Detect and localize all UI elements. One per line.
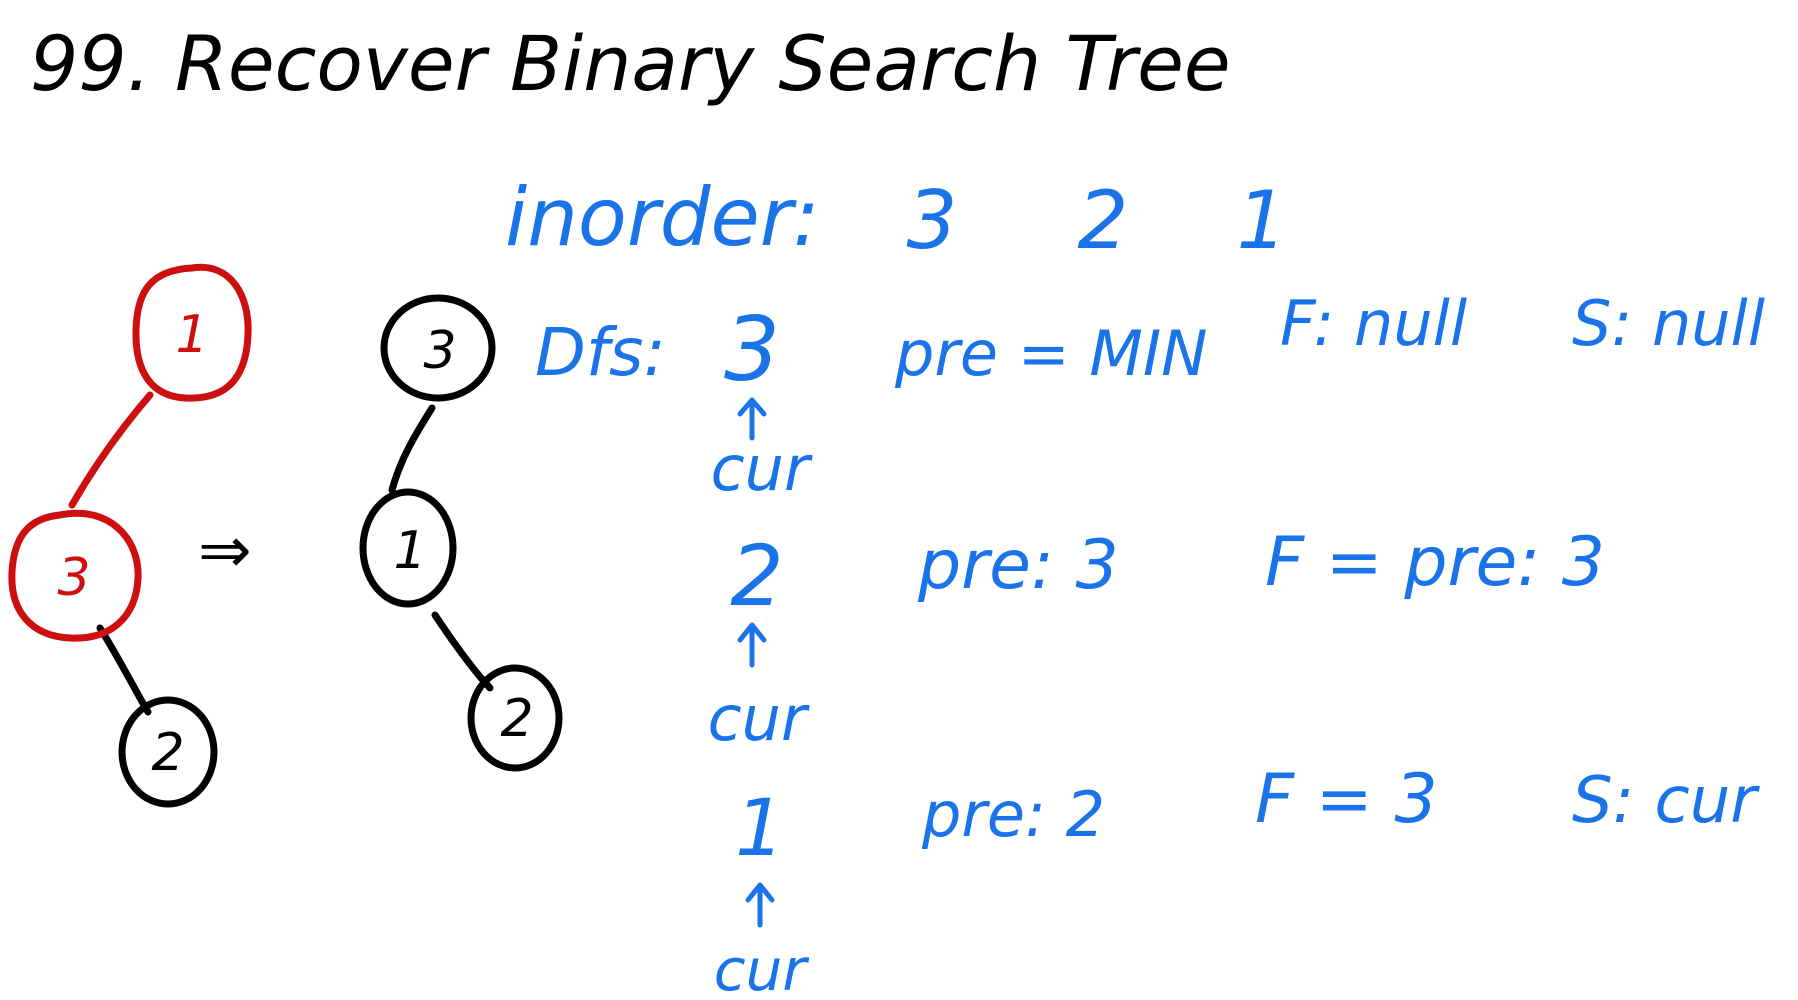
step-first: F = pre: 3 bbox=[1265, 523, 1605, 602]
step-cur-label: cur bbox=[711, 432, 813, 505]
step-pre: pre: 2 bbox=[921, 778, 1105, 851]
dfs-step: 1 cur pre: 2 F = 3 S: cur bbox=[714, 760, 1761, 1000]
step-cur-label: cur bbox=[714, 936, 810, 1000]
page-title: 99. Recover Binary Search Tree bbox=[30, 19, 1231, 108]
edge-root-left bbox=[388, 404, 436, 494]
dfs-label: Dfs: bbox=[535, 314, 666, 391]
dfs-step: 3 cur pre = MIN F: null S: null bbox=[711, 287, 1765, 505]
inorder-value: 2 bbox=[1078, 174, 1129, 267]
whiteboard-canvas: 99. Recover Binary Search Tree 1 3 2 ⇒ 3… bbox=[8, 19, 1765, 1000]
edge-root-left bbox=[68, 391, 154, 509]
dfs-step: 2 cur pre: 3 F = pre: 3 bbox=[708, 523, 1606, 755]
node-left-label: 1 bbox=[393, 521, 426, 581]
inorder-value: 3 bbox=[907, 174, 958, 267]
node-left-right-label: 2 bbox=[500, 689, 533, 749]
dfs-trace: Dfs: 3 cur pre = MIN F: null S: null 2 c… bbox=[535, 287, 1765, 1000]
node-root-label: 3 bbox=[423, 321, 456, 381]
transform-arrow: ⇒ bbox=[198, 514, 252, 588]
step-node: 3 bbox=[724, 298, 780, 401]
up-arrow-icon bbox=[737, 622, 767, 668]
step-pre: pre: 3 bbox=[917, 526, 1119, 605]
step-first: F = 3 bbox=[1255, 760, 1438, 839]
node-left-right-label: 2 bbox=[151, 723, 184, 783]
edge-left-right bbox=[431, 611, 494, 692]
node-root-label: 1 bbox=[175, 305, 208, 365]
inorder-line: inorder: 3 2 1 bbox=[505, 171, 1287, 267]
inorder-label: inorder: bbox=[505, 171, 820, 264]
up-arrow-icon bbox=[745, 882, 775, 928]
step-pre: pre = MIN bbox=[894, 317, 1208, 390]
inorder-value: 1 bbox=[1237, 174, 1288, 267]
edge-left-right bbox=[96, 624, 152, 716]
node-left-label: 3 bbox=[57, 548, 90, 608]
step-second: S: cur bbox=[1572, 764, 1760, 838]
step-node: 1 bbox=[735, 784, 785, 874]
step-first: F: null bbox=[1280, 287, 1467, 360]
step-second: S: null bbox=[1572, 287, 1765, 360]
tree-after: 3 1 2 bbox=[359, 294, 563, 772]
step-cur-label: cur bbox=[708, 682, 810, 755]
step-node: 2 bbox=[730, 527, 783, 625]
